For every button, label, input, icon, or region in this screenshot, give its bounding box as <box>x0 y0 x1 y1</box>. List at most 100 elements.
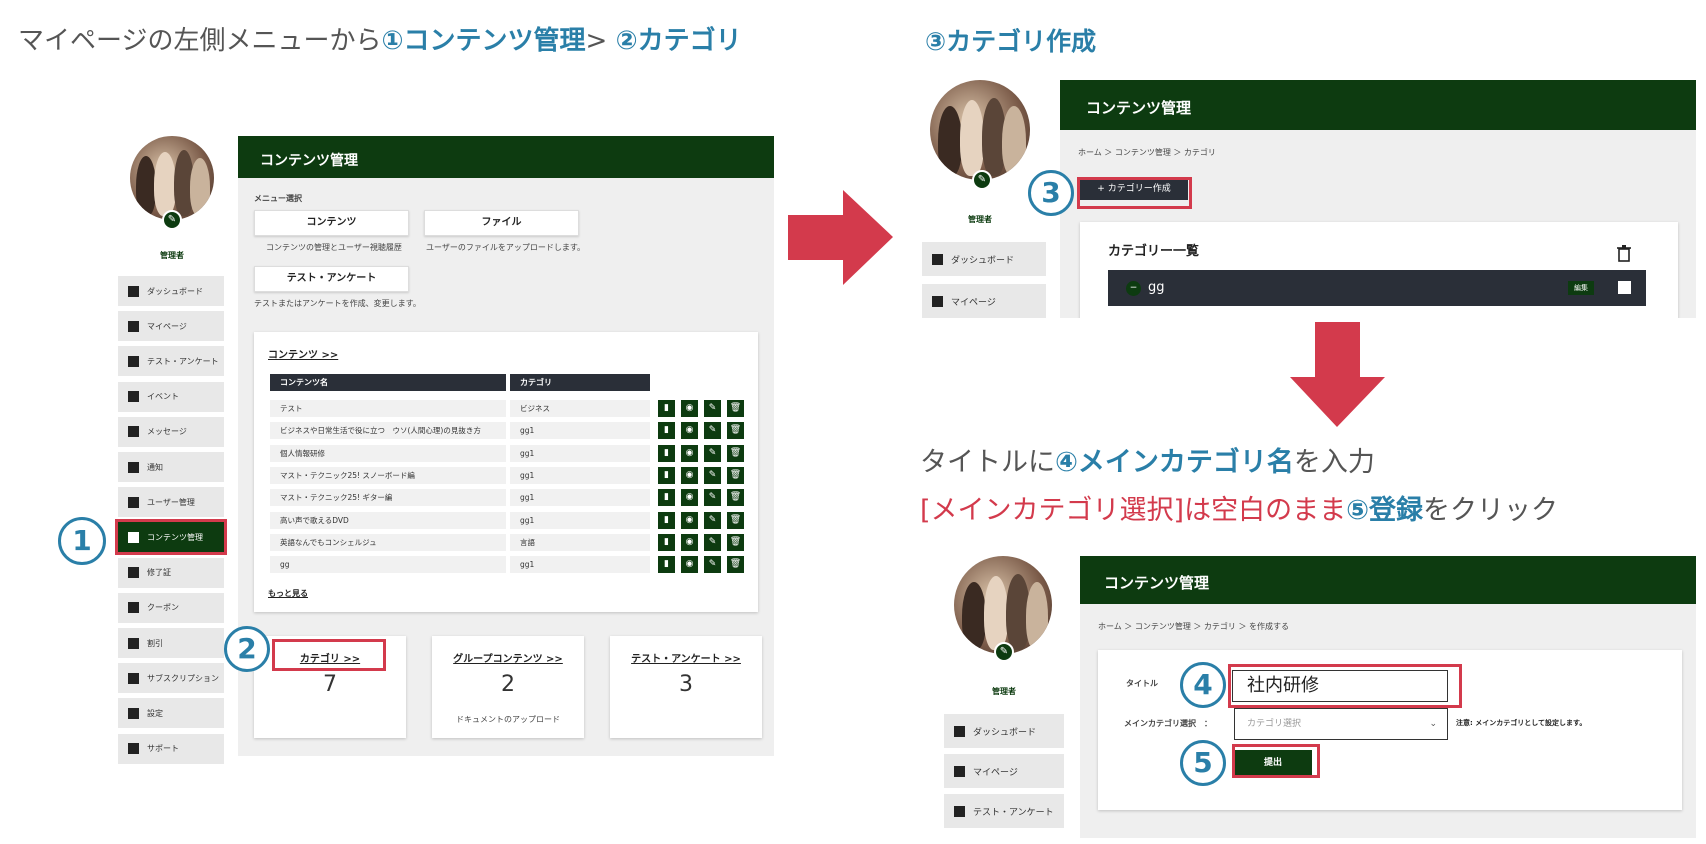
sidebar-item-14[interactable]: サポート <box>118 733 224 764</box>
edit-avatar-icon[interactable]: ✎ <box>994 642 1014 662</box>
heading-step-5: [メインカテゴリ選択]は空白のまま⑤登録をクリック <box>920 495 1558 526</box>
view-icon[interactable]: ◉ <box>681 466 698 484</box>
edit-icon[interactable]: ✎ <box>704 556 721 574</box>
edit-avatar-icon[interactable]: ✎ <box>162 210 182 230</box>
sidebar-item-1[interactable]: ダッシュボード <box>922 242 1046 276</box>
edit-icon[interactable]: ✎ <box>704 400 721 417</box>
sidebar-item-13[interactable]: 設定 <box>118 698 224 729</box>
stats-icon[interactable]: ▮ <box>658 400 675 417</box>
stats-icon[interactable]: ▮ <box>658 489 675 507</box>
sidebar-item-2[interactable]: マイページ <box>922 284 1046 318</box>
menu-icon <box>932 253 943 265</box>
sidebar-item-3[interactable]: テスト・アンケート <box>118 346 224 377</box>
edit-icon[interactable]: ✎ <box>704 466 721 484</box>
edit-icon[interactable]: ✎ <box>704 422 721 440</box>
edit-icon[interactable]: ✎ <box>704 533 721 551</box>
panel2-header: コンテンツ管理 <box>1060 80 1696 130</box>
view-icon[interactable]: ◉ <box>681 489 698 507</box>
file-button[interactable]: ファイル <box>424 210 579 236</box>
sidebar-item-7[interactable]: ユーザー管理 <box>118 487 224 518</box>
trash-icon[interactable] <box>1616 244 1632 262</box>
sidebar-item-11[interactable]: 割引 <box>118 628 224 658</box>
group-contents-count: 2 <box>501 672 515 697</box>
stats-icon[interactable]: ▮ <box>658 533 675 551</box>
row-content-category: gg1 <box>510 444 650 462</box>
menu-select-label: メニュー選択 <box>254 194 302 203</box>
stats-icon[interactable]: ▮ <box>658 444 675 462</box>
title-label: タイトル <box>1126 679 1158 688</box>
sidebar-item-2[interactable]: マイページ <box>118 311 224 342</box>
arrow-right-icon <box>788 190 893 285</box>
heading-step-1-2: マイページの左側メニューから①コンテンツ管理> ②カテゴリ <box>18 26 742 56</box>
view-icon[interactable]: ◉ <box>681 556 698 574</box>
sidebar-item-label: 修了証 <box>147 568 171 578</box>
panel1-header: コンテンツ管理 <box>238 136 774 178</box>
edit-icon[interactable]: ✎ <box>704 444 721 462</box>
delete-icon[interactable]: 🗑 <box>727 511 744 529</box>
delete-icon[interactable]: 🗑 <box>727 556 744 574</box>
heading-step-3: ③カテゴリ作成 <box>925 27 1097 56</box>
sidebar-item-label: 割引 <box>147 638 163 648</box>
stats-icon[interactable]: ▮ <box>658 422 675 440</box>
edit-icon[interactable]: ✎ <box>704 511 721 529</box>
sidebar-item-label: マイページ <box>147 321 187 331</box>
view-icon[interactable]: ◉ <box>681 444 698 462</box>
menu-icon <box>932 295 943 307</box>
delete-icon[interactable]: 🗑 <box>727 533 744 551</box>
delete-icon[interactable]: 🗑 <box>727 422 744 440</box>
sidebar-item-9[interactable]: 修了証 <box>118 557 224 588</box>
delete-icon[interactable]: 🗑 <box>727 444 744 462</box>
title-input-highlight <box>1228 664 1462 708</box>
group-contents-link[interactable]: グループコンテンツ >> <box>432 650 584 665</box>
avatar <box>130 136 214 220</box>
sidebar-item-label: マイページ <box>951 297 996 308</box>
edit-avatar-icon[interactable]: ✎ <box>972 170 992 190</box>
sidebar-item-1[interactable]: ダッシュボード <box>944 714 1064 748</box>
view-icon[interactable]: ◉ <box>681 533 698 551</box>
contents-button[interactable]: コンテンツ <box>254 210 409 236</box>
test-survey-link[interactable]: テスト・アンケート >> <box>610 650 762 665</box>
delete-icon[interactable]: 🗑 <box>727 400 744 417</box>
menu-icon <box>128 707 139 719</box>
stats-icon[interactable]: ▮ <box>658 511 675 529</box>
sidebar-item-3[interactable]: テスト・アンケート <box>944 794 1064 828</box>
test-button[interactable]: テスト・アンケート <box>254 266 409 292</box>
col-header-name: コンテンツ名 <box>270 374 506 391</box>
edit-icon[interactable]: ✎ <box>704 489 721 507</box>
sidebar-item-8[interactable]: コンテンツ管理 <box>115 519 227 556</box>
sidebar-item-label: ダッシュボード <box>973 727 1037 738</box>
menu-icon <box>128 602 139 614</box>
contents-table-card: コンテンツ >> コンテンツ名 カテゴリ テスト ビジネス ▮ ◉ ✎ 🗑 ビジネスや日常生… <box>254 332 758 612</box>
row-checkbox[interactable] <box>1618 281 1631 294</box>
stats-icon[interactable]: ▮ <box>658 466 675 484</box>
test-survey-card[interactable]: テスト・アンケート >> 3 <box>610 636 762 738</box>
step-4-badge: 4 <box>1180 662 1226 708</box>
sidebar-item-12[interactable]: サブスクリプション <box>118 663 224 694</box>
delete-icon[interactable]: 🗑 <box>727 466 744 484</box>
view-icon[interactable]: ◉ <box>681 422 698 440</box>
sidebar-item-10[interactable]: クーポン <box>118 592 224 623</box>
delete-icon[interactable]: 🗑 <box>727 489 744 507</box>
sidebar-item-2[interactable]: マイページ <box>944 754 1064 788</box>
contents-link[interactable]: コンテンツ >> <box>268 346 338 361</box>
sidebar-item-5[interactable]: メッセージ <box>118 416 224 447</box>
sidebar-item-1[interactable]: ダッシュボード <box>118 276 224 306</box>
collapse-icon[interactable]: − <box>1126 281 1141 296</box>
stats-icon[interactable]: ▮ <box>658 556 675 574</box>
menu-icon <box>128 496 139 508</box>
main-category-select[interactable]: カテゴリ選択 ⌄ <box>1234 708 1448 740</box>
group-contents-card[interactable]: グループコンテンツ >> 2 ドキュメントのアップロード <box>432 636 584 738</box>
sidebar-item-6[interactable]: 通知 <box>118 452 224 482</box>
more-link[interactable]: もっと見る <box>268 588 308 599</box>
arrow-down-icon <box>1290 322 1385 427</box>
category-row[interactable]: − gg 編集 <box>1108 270 1646 306</box>
view-icon[interactable]: ◉ <box>681 400 698 417</box>
step-5-badge: 5 <box>1180 740 1226 786</box>
user-name: 管理者 <box>968 215 992 224</box>
row-content-category: gg1 <box>510 556 650 574</box>
sidebar-item-4[interactable]: イベント <box>118 381 224 412</box>
view-icon[interactable]: ◉ <box>681 511 698 529</box>
edit-button[interactable]: 編集 <box>1568 281 1594 295</box>
menu-icon <box>128 426 139 438</box>
menu-icon <box>128 531 139 543</box>
